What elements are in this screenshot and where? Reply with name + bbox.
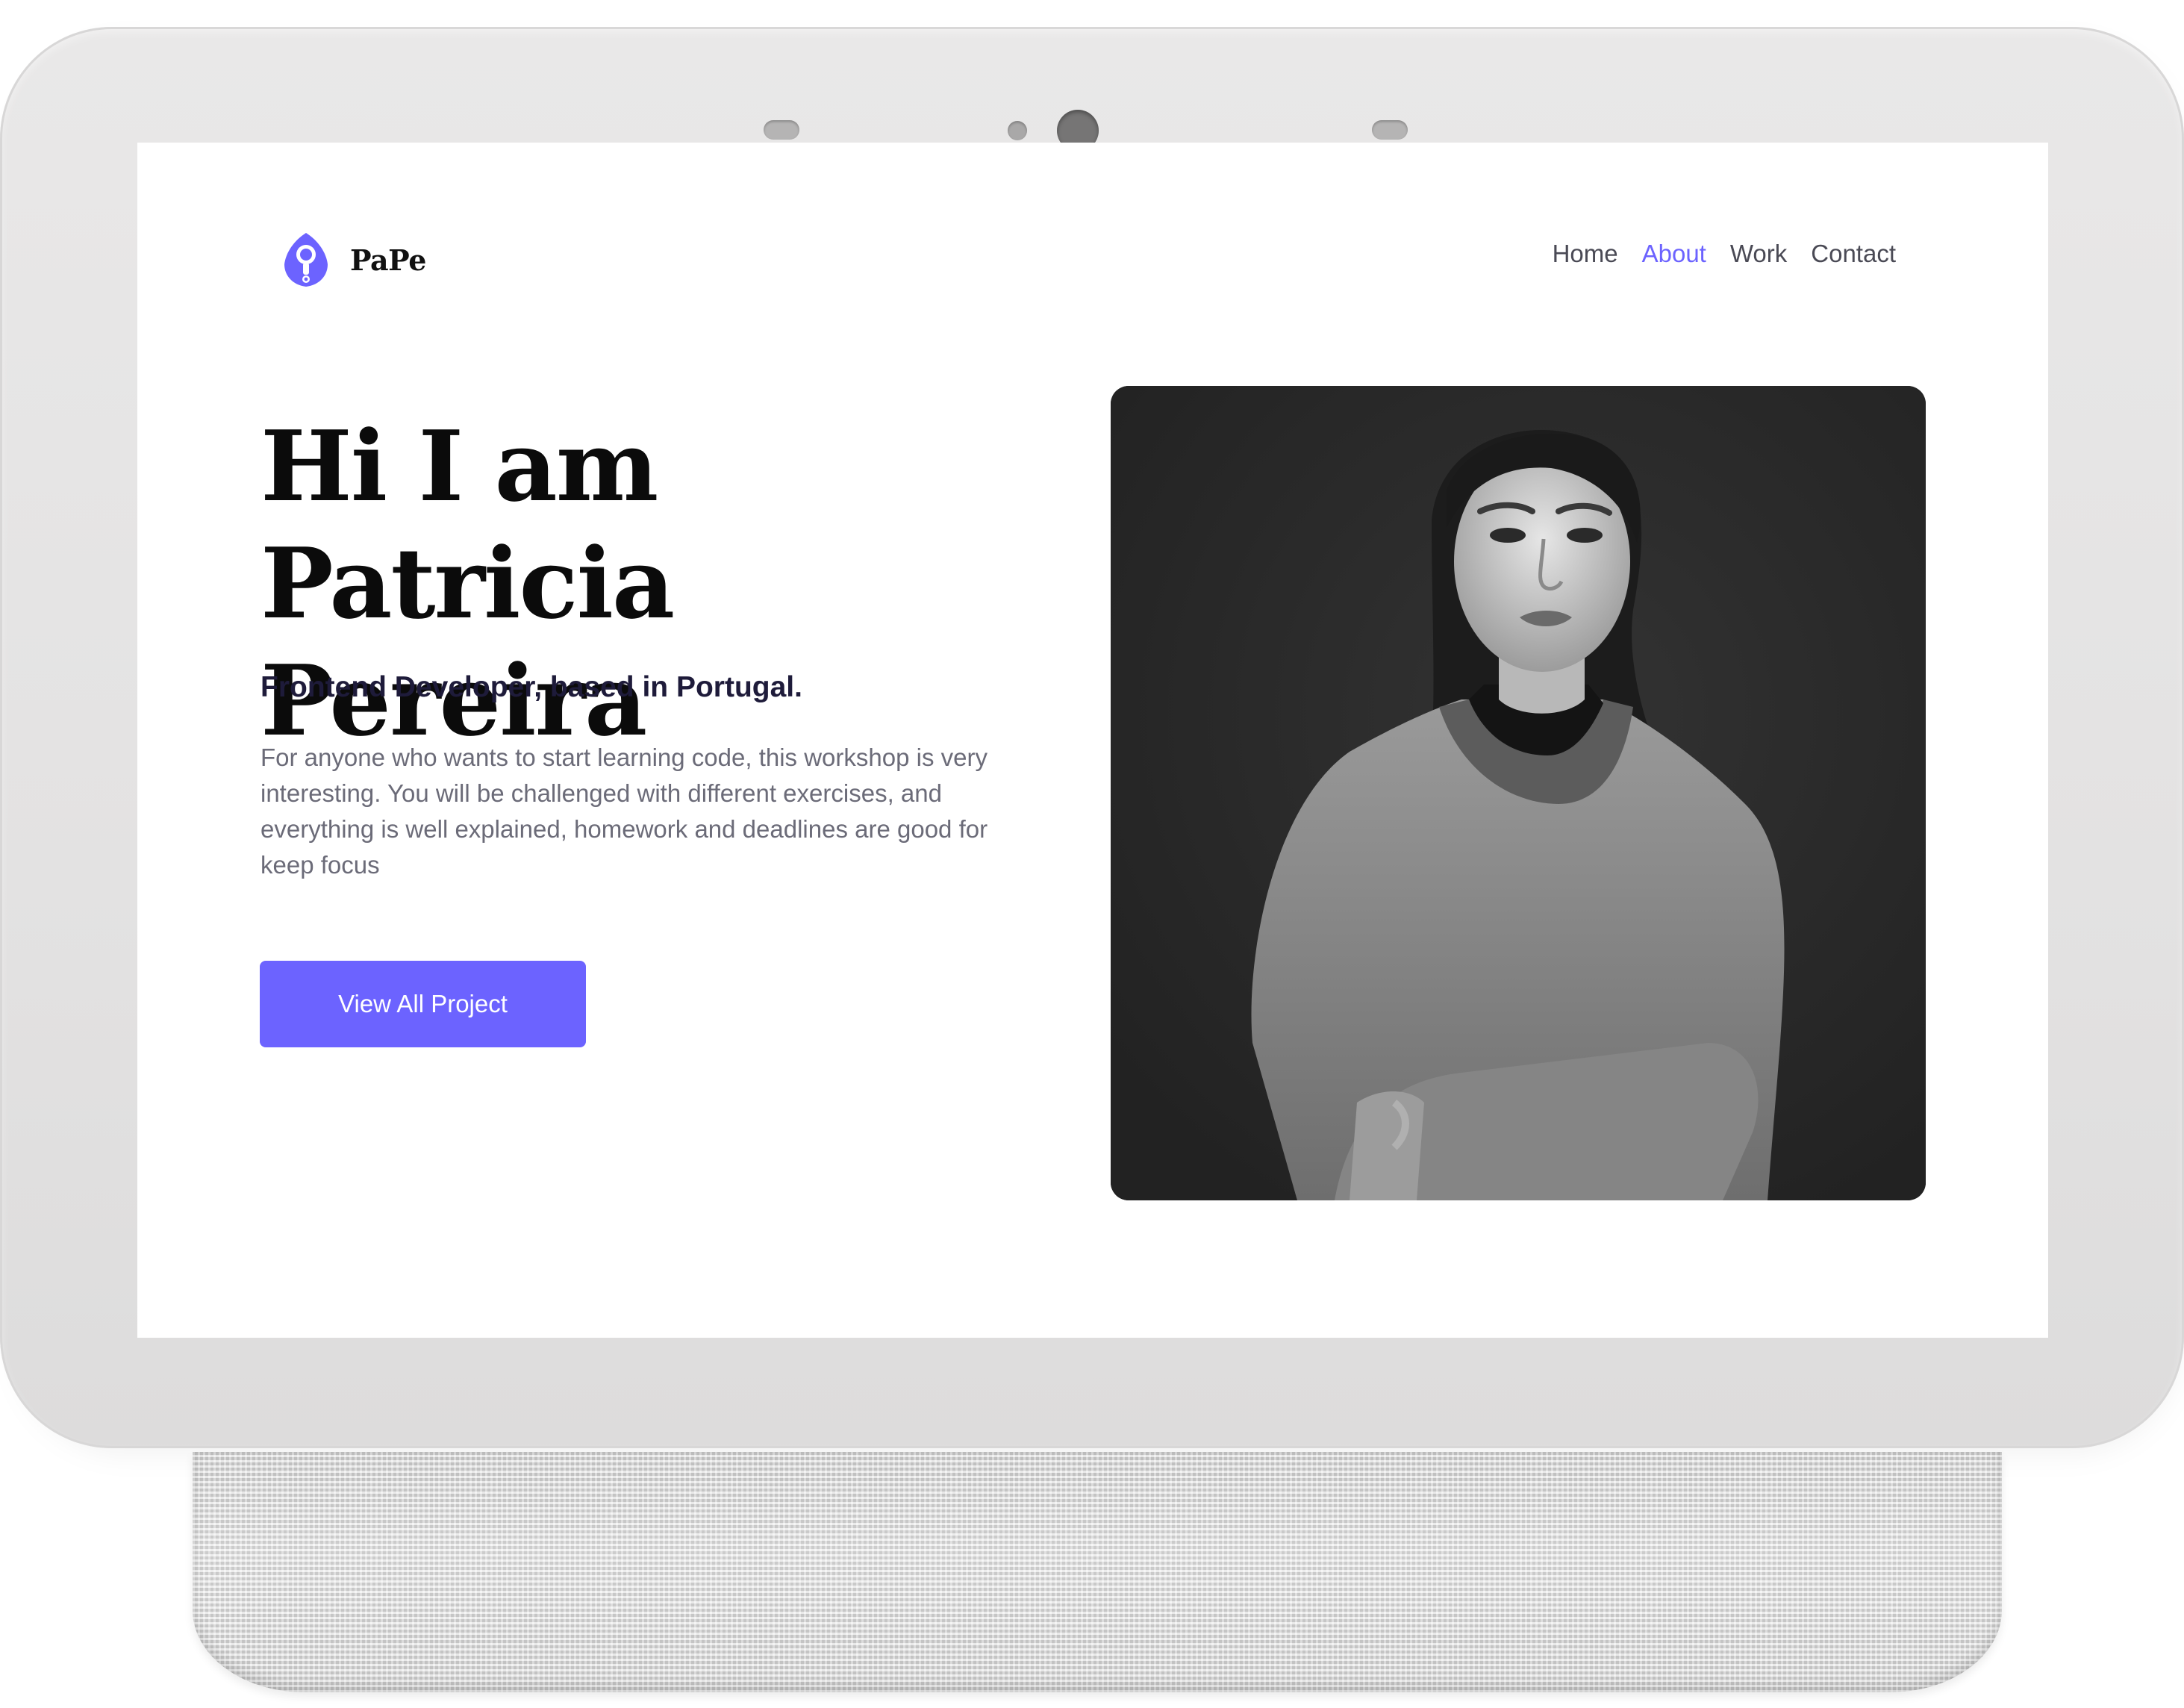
location-pin-logo-icon bbox=[284, 233, 328, 287]
device-screen: PaPe Home About Work Contact Hi I am Pat… bbox=[137, 143, 2048, 1338]
view-all-project-button[interactable]: View All Project bbox=[260, 961, 586, 1047]
nav-about-link[interactable]: About bbox=[1642, 240, 1706, 268]
hero-portrait-photo bbox=[1111, 386, 1926, 1200]
device-mockup: PaPe Home About Work Contact Hi I am Pat… bbox=[0, 0, 2184, 1708]
hero-title: Hi I am Patricia Pereira bbox=[260, 408, 1082, 759]
portrait-illustration bbox=[1111, 386, 1926, 1200]
hero-description: For anyone who wants to start learning c… bbox=[260, 744, 988, 879]
nav-contact-link[interactable]: Contact bbox=[1811, 240, 1896, 268]
right-sensor bbox=[1372, 120, 1408, 140]
hero-title-line1: Hi I am Patricia bbox=[260, 409, 675, 640]
brand-name: PaPe bbox=[350, 243, 426, 277]
left-sensor bbox=[764, 120, 799, 140]
hero-subtitle: Frontend Developer, based in Portugal. bbox=[260, 671, 802, 703]
nav-work-link[interactable]: Work bbox=[1730, 240, 1787, 268]
brand[interactable]: PaPe bbox=[280, 230, 426, 290]
main-nav: Home About Work Contact bbox=[1553, 240, 1896, 268]
nav-home-link[interactable]: Home bbox=[1553, 240, 1618, 268]
light-sensor bbox=[1008, 121, 1027, 140]
speaker-base bbox=[193, 1452, 2002, 1692]
